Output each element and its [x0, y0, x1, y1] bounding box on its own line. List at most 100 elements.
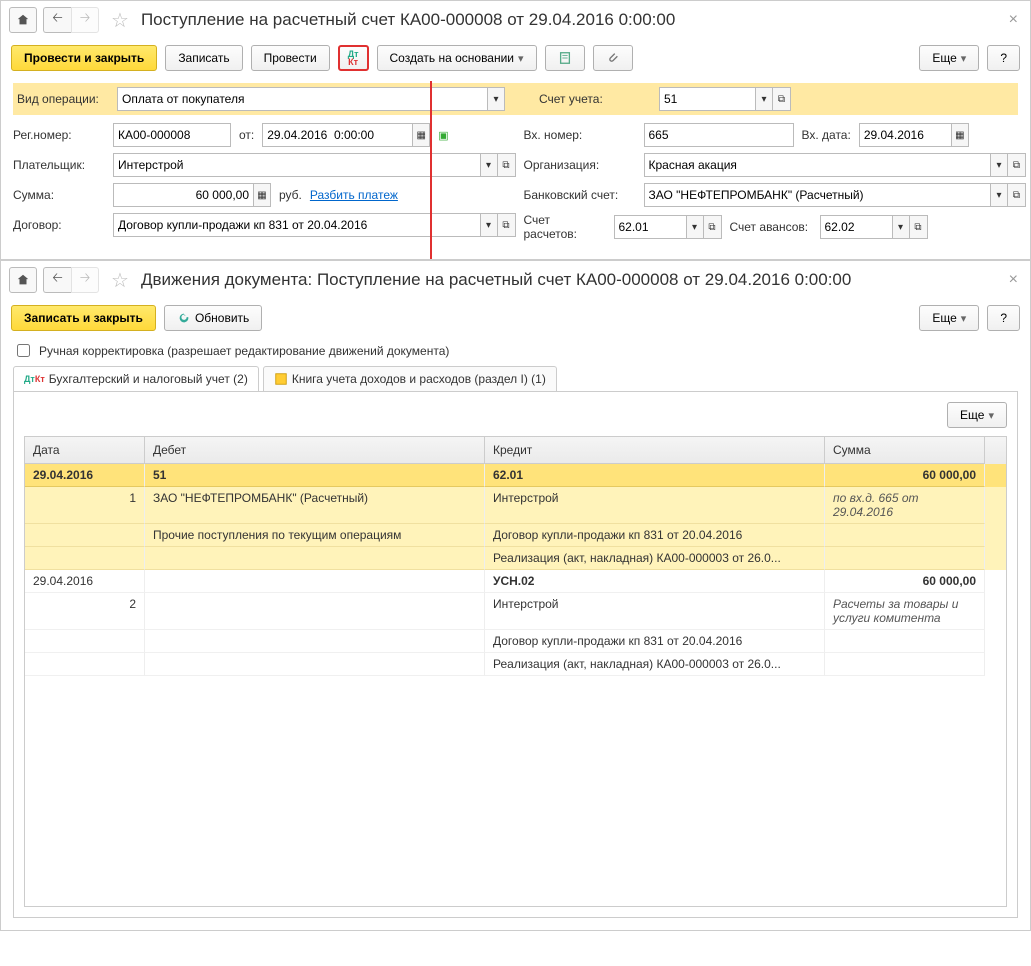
account-input[interactable]	[659, 87, 755, 111]
more-button[interactable]: Еще ▾	[919, 305, 979, 331]
bank-acc-input[interactable]	[644, 183, 991, 207]
movements-pane: 🡠 🡢 ☆ Движения документа: Поступление на…	[0, 260, 1031, 931]
open-button[interactable]: ⧉	[498, 213, 516, 237]
cell-debit2: Прочие поступления по текущим операциям	[145, 524, 485, 547]
back-button[interactable]: 🡠	[43, 7, 71, 33]
open-button[interactable]: ⧉	[498, 153, 516, 177]
close-button[interactable]: ×	[1005, 271, 1022, 289]
report-icon-button[interactable]	[545, 45, 585, 71]
dropdown-button[interactable]: ▾	[990, 183, 1008, 207]
tab-income-book[interactable]: Книга учета доходов и расходов (раздел I…	[263, 366, 557, 391]
help-button[interactable]: ?	[987, 305, 1020, 331]
tab-content: Еще ▾ Дата Дебет Кредит Сумма 29.04.2016…	[13, 392, 1018, 918]
callout-line	[430, 81, 432, 259]
document-title: Поступление на расчетный счет КА00-00000…	[141, 10, 675, 30]
op-type-label: Вид операции:	[17, 92, 109, 106]
cell-sum: 60 000,00	[825, 464, 985, 487]
grid-body: 29.04.2016 51 62.01 60 000,00 1 ЗАО "НЕФ…	[25, 464, 1006, 906]
col-credit: Кредит	[485, 437, 825, 464]
tab-accounting-label: Бухгалтерский и налоговый учет (2)	[49, 372, 248, 386]
refresh-label: Обновить	[195, 311, 249, 325]
sum-input[interactable]	[113, 183, 253, 207]
home-button[interactable]	[9, 267, 37, 293]
open-button[interactable]: ⧉	[773, 87, 791, 111]
col-date: Дата	[25, 437, 145, 464]
close-button[interactable]: ×	[1005, 11, 1022, 29]
currency-label: руб.	[279, 188, 302, 202]
cell-n: 2	[25, 593, 145, 630]
chevron-down-icon: ▾	[961, 52, 967, 65]
grid-more-label: Еще	[960, 408, 984, 422]
post-button[interactable]: Провести	[251, 45, 330, 71]
entry-subrow[interactable]: Реализация (акт, накладная) КА00-000003 …	[25, 547, 1006, 570]
help-button[interactable]: ?	[987, 45, 1020, 71]
tab-accounting[interactable]: ДтКт Бухгалтерский и налоговый учет (2)	[13, 366, 259, 391]
split-payment-link[interactable]: Разбить платеж	[310, 188, 398, 202]
reg-date-input[interactable]	[262, 123, 412, 147]
entry-subrow[interactable]: 1 ЗАО "НЕФТЕПРОМБАНК" (Расчетный) Интерс…	[25, 487, 1006, 524]
entry-row[interactable]: 29.04.2016 51 62.01 60 000,00	[25, 464, 1006, 487]
dropdown-button[interactable]: ▾	[686, 215, 704, 239]
calculator-icon: ▦	[257, 190, 266, 201]
forward-button[interactable]: 🡢	[71, 267, 99, 293]
refresh-icon	[177, 311, 191, 325]
form-area: Вид операции: ▾ Счет учета: ▾ ⧉ Рег.номе…	[1, 77, 1030, 259]
more-label: Еще	[932, 51, 956, 65]
dropdown-button[interactable]: ▾	[480, 153, 498, 177]
save-button[interactable]: Записать	[165, 45, 242, 71]
entry-subrow[interactable]: Договор купли-продажи кп 831 от 20.04.20…	[25, 630, 1006, 653]
titlebar: 🡠 🡢 ☆ Движения документа: Поступление на…	[1, 261, 1030, 299]
org-input[interactable]	[644, 153, 991, 177]
dt-kt-button[interactable]: ДтКт	[338, 45, 369, 71]
open-button[interactable]: ⧉	[704, 215, 722, 239]
settle-acc-input[interactable]	[614, 215, 686, 239]
posted-icon: ▣	[438, 129, 448, 142]
calendar-button[interactable]: ▦	[951, 123, 969, 147]
cell-date: 29.04.2016	[25, 464, 145, 487]
account-label: Счет учета:	[539, 92, 651, 106]
dropdown-button[interactable]: ▾	[892, 215, 910, 239]
more-button[interactable]: Еще ▾	[919, 45, 979, 71]
payer-input[interactable]	[113, 153, 480, 177]
dtkt-icon: ДтКт	[348, 50, 359, 66]
dropdown-button[interactable]: ▾	[480, 213, 498, 237]
open-button[interactable]: ⧉	[910, 215, 928, 239]
favorite-star-icon[interactable]: ☆	[105, 268, 135, 293]
dropdown-button[interactable]: ▾	[990, 153, 1008, 177]
cell-credit2: Договор купли-продажи кп 831 от 20.04.20…	[485, 630, 825, 653]
home-button[interactable]	[9, 7, 37, 33]
forward-button[interactable]: 🡢	[71, 7, 99, 33]
reg-num-label: Рег.номер:	[13, 128, 105, 142]
dropdown-button[interactable]: ▾	[487, 87, 505, 111]
calculator-button[interactable]: ▦	[253, 183, 271, 207]
grid-more-button[interactable]: Еще ▾	[947, 402, 1007, 428]
create-based-button[interactable]: Создать на основании ▾	[377, 45, 537, 71]
org-label: Организация:	[524, 158, 636, 172]
advance-acc-input[interactable]	[820, 215, 892, 239]
open-button[interactable]: ⧉	[1008, 153, 1026, 177]
contract-input[interactable]	[113, 213, 480, 237]
post-and-close-button[interactable]: Провести и закрыть	[11, 45, 157, 71]
cell-date: 29.04.2016	[25, 570, 145, 593]
refresh-button[interactable]: Обновить	[164, 305, 262, 331]
manual-edit-checkbox[interactable]	[17, 344, 30, 357]
manual-edit-row: Ручная корректировка (разрешает редактир…	[1, 337, 1030, 366]
open-button[interactable]: ⧉	[1008, 183, 1026, 207]
toolbar: Записать и закрыть Обновить Еще ▾ ?	[1, 299, 1030, 337]
create-based-label: Создать на основании	[390, 51, 515, 65]
back-button[interactable]: 🡠	[43, 267, 71, 293]
reg-num-input[interactable]	[113, 123, 231, 147]
dropdown-button[interactable]: ▾	[755, 87, 773, 111]
save-and-close-button[interactable]: Записать и закрыть	[11, 305, 156, 331]
entry-subrow[interactable]: Реализация (акт, накладная) КА00-000003 …	[25, 653, 1006, 676]
bank-acc-label: Банковский счет:	[524, 188, 636, 202]
attach-button[interactable]	[593, 45, 633, 71]
titlebar: 🡠 🡢 ☆ Поступление на расчетный счет КА00…	[1, 1, 1030, 39]
entry-subrow[interactable]: 2 Интерстрой Расчеты за товары и услуги …	[25, 593, 1006, 630]
entry-row[interactable]: 29.04.2016 УСН.02 60 000,00	[25, 570, 1006, 593]
entry-subrow[interactable]: Прочие поступления по текущим операциям …	[25, 524, 1006, 547]
in-date-input[interactable]	[859, 123, 951, 147]
favorite-star-icon[interactable]: ☆	[105, 8, 135, 33]
calendar-button[interactable]: ▦	[412, 123, 430, 147]
in-num-input[interactable]	[644, 123, 794, 147]
